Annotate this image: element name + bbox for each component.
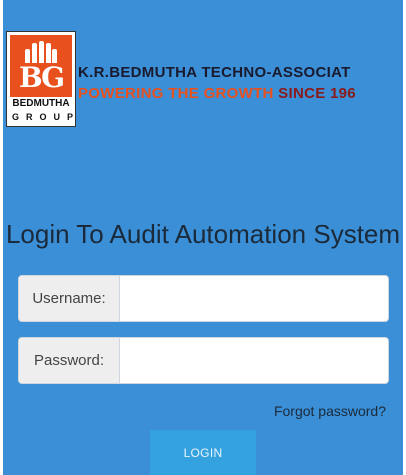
logo-group: GROUP [12,112,81,122]
username-field-group: Username: [18,275,389,322]
password-label: Password: [19,338,120,383]
tagline-part1: POWERING THE GROWTH [78,85,274,102]
company-logo: BG BEDMUTHA GROUP [6,31,76,127]
logo-letters: BG [18,61,65,94]
logo-name: BEDMUTHA [12,98,70,109]
password-field-group: Password: [18,337,389,384]
hand-icon [25,41,57,63]
company-tagline: POWERING THE GROWTH SINCE 196 [78,85,356,102]
page-title: Login To Audit Automation System [5,219,401,250]
forgot-password-link[interactable]: Forgot password? [274,403,386,419]
tagline-part2: SINCE 196 [278,85,356,102]
username-label: Username: [19,276,120,321]
username-input[interactable] [120,276,388,321]
login-button[interactable]: LOGIN [150,430,256,475]
login-panel: BG BEDMUTHA GROUP K.R.BEDMUTHA TECHNO-AS… [3,0,403,475]
password-input[interactable] [120,338,388,383]
logo-mark: BG [10,35,72,97]
company-name: K.R.BEDMUTHA TECHNO-ASSOCIAT [78,64,351,81]
